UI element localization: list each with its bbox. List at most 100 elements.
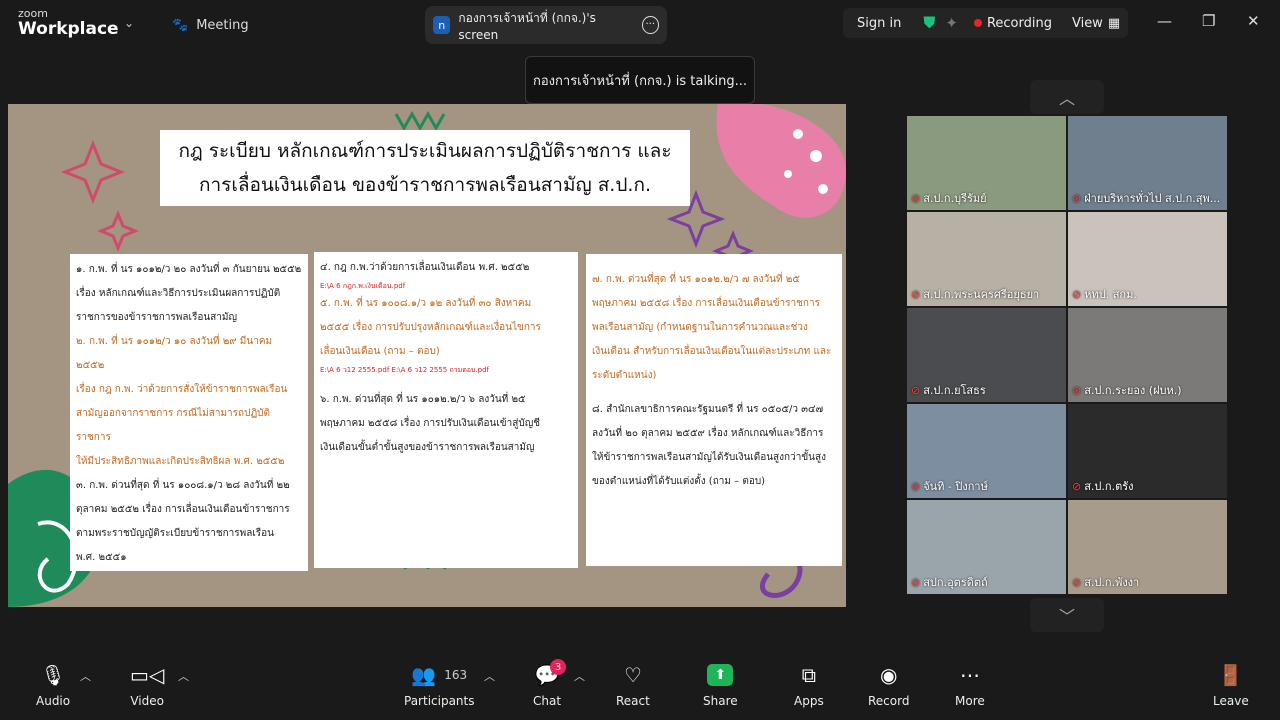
audio-options-chevron-icon[interactable]: ︿ xyxy=(80,668,91,684)
col3-line: ของตำแหน่งที่ได้รับแต่งตั้ง (ถาม – ตอบ) xyxy=(592,476,766,487)
tile-name: ⊘ ส.ป.ก.ตรัง xyxy=(1072,479,1134,494)
audio-button[interactable]: 🎙 Audio xyxy=(36,662,70,708)
restore-icon[interactable]: ❐ xyxy=(1202,12,1215,30)
header-controls: Sign in ⛊ ✦ Recording View ▦ xyxy=(843,8,1128,38)
slide-title-line-1: กฎ ระเบียบ หลักเกณฑ์การประเมินผลการปฏิบั… xyxy=(178,140,672,162)
video-tile[interactable]: ⊘ ส.ป.ก.ยโสธร xyxy=(907,308,1066,402)
view-label: View xyxy=(1071,15,1103,31)
col1-line: สามัญออกจากราชการ กรณีไม่สามารถปฏิบัติรา… xyxy=(76,408,270,443)
zoom-logo: zoom Workplace xyxy=(18,8,119,38)
participants-options-chevron-icon[interactable]: ︿ xyxy=(484,668,495,684)
col2-line: ๖. ก.พ. ด่วนที่สุด ที่ นร ๑๐๑๒.๒/ว ๖ ลงว… xyxy=(320,394,526,405)
apps-button[interactable]: ⧉ Apps xyxy=(794,662,824,708)
sharer-avatar: n xyxy=(433,16,451,34)
recording-indicator[interactable]: Recording xyxy=(973,15,1052,31)
col1-line: ราชการของข้าราชการพลเรือนสามัญ xyxy=(76,312,237,323)
mic-muted-icon: ⊘ xyxy=(911,479,921,493)
leave-button[interactable]: 🚪 Leave xyxy=(1213,662,1249,708)
mic-muted-icon: ⊘ xyxy=(911,191,921,205)
pdf-link[interactable]: E:\A 6 ว12 2555.pdf E:\A 6 ว12 2555 ถามต… xyxy=(320,364,572,376)
title-bar: zoom Workplace ⌄ 🐾 Meeting n กองการเจ้าห… xyxy=(0,0,1280,48)
record-button[interactable]: ◉ Record xyxy=(868,662,909,708)
col3-line: ให้ข้าราชการพลเรือนสามัญได้รับเงินเดือนส… xyxy=(592,452,826,463)
mic-muted-icon: ⊘ xyxy=(1072,575,1082,589)
col2-line: ๒๕๕๕ เรื่อง การปรับปรุงหลักเกณฑ์และเงื่อ… xyxy=(320,322,541,333)
video-tile[interactable]: ⊘ จันทิ - ปิงกาษ์ xyxy=(907,404,1066,498)
brand-small: zoom xyxy=(18,7,48,20)
tile-name: ⊘ จันทิ - ปิงกาษ์ xyxy=(911,479,988,494)
more-button[interactable]: ⋯ More xyxy=(955,662,985,708)
col3-line: พลเรือนสามัญ (กำหนดฐานในการคำนวณและช่วง xyxy=(592,322,808,333)
paw-icon: 🐾 xyxy=(172,17,189,33)
col1-line: ให้มีประสิทธิภาพและเกิดประสิทธิผล พ.ศ. ๒… xyxy=(76,456,285,467)
video-options-chevron-icon[interactable]: ︿ xyxy=(178,668,189,684)
chat-options-chevron-icon[interactable]: ︿ xyxy=(574,668,585,684)
meeting-tab[interactable]: 🐾 Meeting xyxy=(172,14,249,36)
mic-muted-icon: ⊘ xyxy=(1072,479,1082,493)
more-dots-icon: ⋯ xyxy=(959,663,980,687)
col3-line: ๘. สำนักเลขาธิการคณะรัฐมนตรี ที่ นร ๐๕๐๕… xyxy=(592,404,824,415)
meeting-tab-label: Meeting xyxy=(196,17,249,33)
col3-line: ระดับตำแหน่ง) xyxy=(592,370,657,381)
col2-line: ๔. กฎ ก.พ.ว่าด้วยการเลื่อนเงินเดือน พ.ศ.… xyxy=(320,262,530,273)
share-label: Share xyxy=(703,694,738,708)
col1-line: ๑. ก.พ. ที่ นร ๑๐๑๒/ว ๒๐ ลงวันที่ ๓ กันย… xyxy=(76,264,302,275)
video-tile[interactable]: ⊘ ฝ่ายบริหารทั่วไป ส.ป.ก.สุพ... xyxy=(1068,116,1227,210)
pdf-link[interactable]: E:\A 6 กฎก.พ.เงินเดือน.pdf xyxy=(320,280,572,292)
video-button[interactable]: ▭◁ Video xyxy=(130,662,164,708)
video-tile[interactable]: ⊘ ส.ป.ก.พังงา xyxy=(1068,500,1227,594)
col3-line: ๗. ก.พ. ด่วนที่สุด ที่ นร ๑๐๑๒.๒/ว ๗ ลงว… xyxy=(592,274,800,285)
col1-line: พ.ศ. ๒๕๕๑ xyxy=(76,552,127,563)
react-button[interactable]: ♡ React xyxy=(616,662,650,708)
video-tile[interactable]: ⊘ หทป. สกม. xyxy=(1068,212,1227,306)
mic-muted-icon: ⊘ xyxy=(1072,383,1082,397)
col1-line: ๓. ก.พ. ด่วนที่สุด ที่ นร ๑๐๐๘.๑/ว ๒๘ ลง… xyxy=(76,480,290,491)
chevron-up-icon: ︿ xyxy=(1058,89,1075,108)
leave-label: Leave xyxy=(1213,694,1249,708)
heart-icon: ♡ xyxy=(623,663,642,687)
tile-name: ⊘ ฝ่ายบริหารทั่วไป ส.ป.ก.สุพ... xyxy=(1072,191,1221,206)
participants-button[interactable]: 👥 163 Participants xyxy=(404,662,475,708)
col1-line: เรื่อง กฎ ก.พ. ว่าด้วยการสั่งให้ข้าราชกา… xyxy=(76,384,288,395)
chat-unread-badge: 3 xyxy=(550,659,566,675)
tile-name: ⊘ หทป. สกม. xyxy=(1072,287,1137,302)
scroll-up-button[interactable]: ︿ xyxy=(1030,80,1104,114)
shared-screen: กฎ ระเบียบ หลักเกณฑ์การประเมินผลการปฏิบั… xyxy=(8,104,846,607)
sign-in-button[interactable]: Sign in xyxy=(857,16,901,31)
mic-muted-icon: ⊘ xyxy=(1072,287,1082,301)
chat-label: Chat xyxy=(533,694,562,708)
tile-name: ⊘ ส.ป.ก.พังงา xyxy=(1072,575,1140,590)
screen-tab-label: กองการเจ้าหน้าที่ (กกจ.)'s screen xyxy=(458,10,596,42)
apps-icon: ⧉ xyxy=(801,663,816,687)
view-button[interactable]: View ▦ xyxy=(1072,16,1120,31)
talking-indicator: กองการเจ้าหน้าที่ (กกจ.) is talking... xyxy=(525,56,755,104)
shield-check-icon[interactable]: ⛊ xyxy=(923,13,935,33)
participants-label: Participants xyxy=(404,694,475,708)
ai-sparkle-icon[interactable]: ✦ xyxy=(945,14,958,32)
screen-share-tab[interactable]: n กองการเจ้าหน้าที่ (กกจ.)'s screen ··· xyxy=(425,6,667,44)
close-icon[interactable]: ✕ xyxy=(1247,12,1260,30)
video-tile[interactable]: ⊘ สปก.อุตรดิตถ์ xyxy=(907,500,1066,594)
minimize-icon[interactable]: — xyxy=(1157,12,1172,30)
chevron-down-icon: ﹀ xyxy=(1058,607,1075,626)
brand-name: Workplace xyxy=(18,19,119,39)
scroll-down-button[interactable]: ﹀ xyxy=(1030,598,1104,632)
tile-name: ⊘ ส.ป.ก.พระนครศรีอยุธยา xyxy=(911,287,1040,302)
tile-name: ⊘ ส.ป.ก.ยโสธร xyxy=(911,383,986,398)
audio-label: Audio xyxy=(36,694,71,708)
video-tile[interactable]: ⊘ ส.ป.ก.บุรีรัมย์ xyxy=(907,116,1066,210)
col2-line: พฤษภาคม ๒๕๕๘ เรื่อง การปรับเงินเดือนเข้า… xyxy=(320,418,541,429)
chevron-down-icon[interactable]: ⌄ xyxy=(124,16,134,30)
share-button[interactable]: ⬆ Share xyxy=(703,662,738,708)
apps-label: Apps xyxy=(794,694,824,708)
col2-line: ๕. ก.พ. ที่ นร ๑๐๐๘.๑/ว ๑๒ ลงวันที่ ๓๐ ส… xyxy=(320,298,532,309)
video-tile[interactable]: ⊘ ส.ป.ก.ตรัง xyxy=(1068,404,1227,498)
more-options-icon[interactable]: ··· xyxy=(641,16,659,34)
video-tile[interactable]: ⊘ ส.ป.ก.ระยอง (ฝบห.) xyxy=(1068,308,1227,402)
meeting-toolbar: 🎙 Audio ︿ ▭◁ Video ︿ 👥 163 Participants ︿ 💬… xyxy=(0,652,1280,720)
col3-line: ลงวันที่ ๒๐ ตุลาคม ๒๕๕๙ เรื่อง หลักเกณฑ์… xyxy=(592,428,824,439)
record-label: Record xyxy=(868,694,910,708)
recording-label: Recording xyxy=(986,15,1052,31)
leave-door-icon: 🚪 xyxy=(1218,663,1244,687)
video-tile[interactable]: ⊘ ส.ป.ก.พระนครศรีอยุธยา xyxy=(907,212,1066,306)
